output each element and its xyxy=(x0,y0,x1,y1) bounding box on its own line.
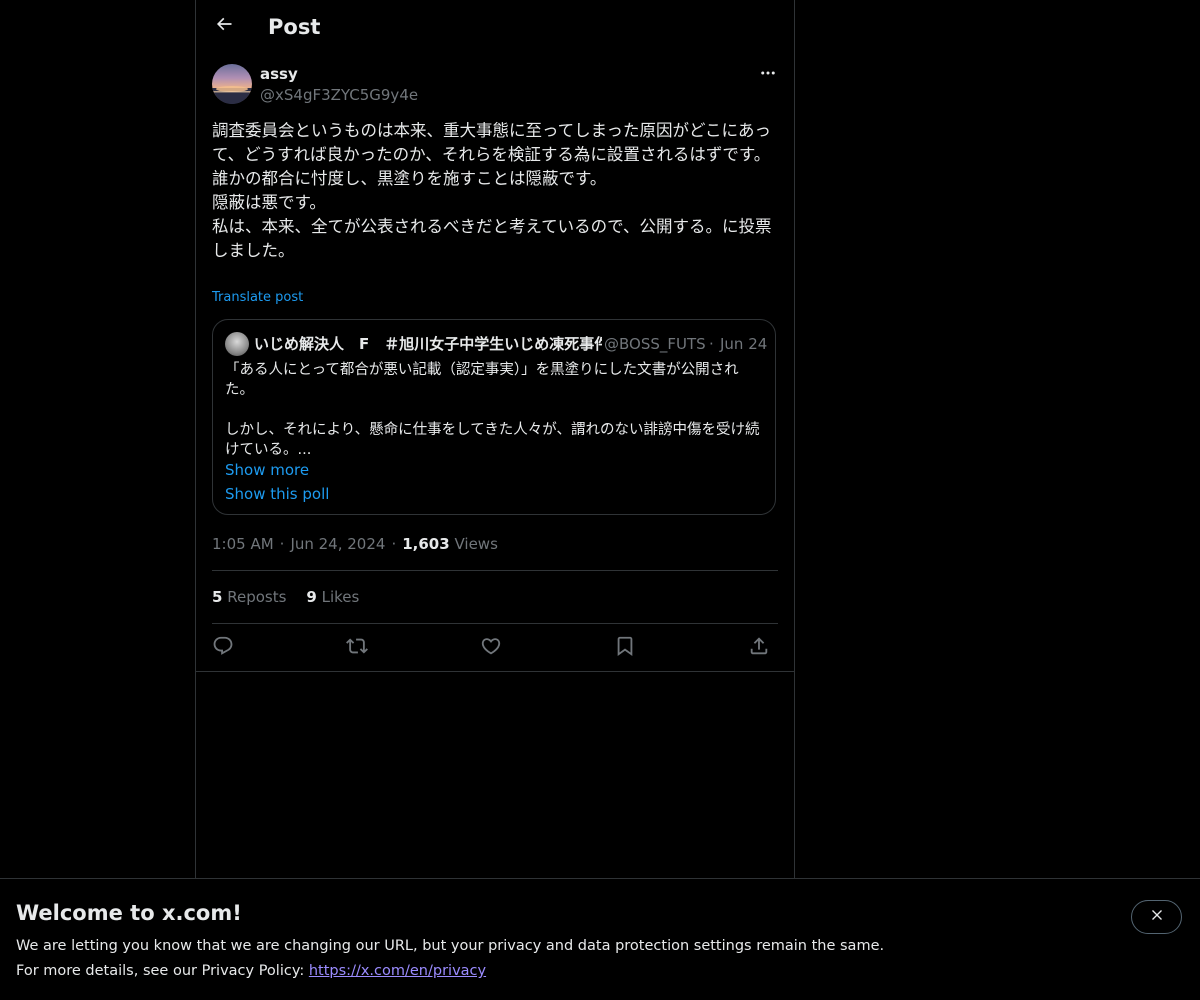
likes-label: Likes xyxy=(321,588,360,606)
post-time[interactable]: 1:05 AM xyxy=(212,535,274,553)
divider xyxy=(212,623,778,624)
close-icon xyxy=(1149,907,1165,927)
heart-icon xyxy=(480,635,502,661)
post-text: 調査委員会というものは本来、重大事態に至ってしまった原因がどこにあって、どうすれ… xyxy=(212,121,772,260)
privacy-policy-link[interactable]: https://x.com/en/privacy xyxy=(309,963,486,979)
views-label: Views xyxy=(454,535,498,553)
quote-author-avatar xyxy=(225,332,249,356)
action-bar xyxy=(212,634,778,662)
author-name[interactable]: assy xyxy=(260,64,298,84)
reposts-count: 5 xyxy=(212,588,223,606)
reply-button[interactable] xyxy=(208,634,238,662)
show-poll-link[interactable]: Show this poll xyxy=(225,484,329,504)
page-header: Post xyxy=(196,0,794,54)
like-button[interactable] xyxy=(476,634,506,662)
quoted-post[interactable]: いじめ解決人 F ＃旭川女子中学生いじめ凍死事件 @BOSS_FUTS · Ju… xyxy=(212,319,776,515)
more-dots-icon xyxy=(759,64,777,86)
likes-stat[interactable]: 9 Likes xyxy=(306,588,359,606)
close-banner-button[interactable] xyxy=(1131,900,1182,934)
reposts-stat[interactable]: 5 Reposts xyxy=(212,588,286,606)
author-avatar[interactable] xyxy=(212,64,252,104)
post-meta: 1:05 AM · Jun 24, 2024 · 1,603 Views xyxy=(212,534,498,554)
share-icon xyxy=(748,635,770,661)
meta-separator: · xyxy=(391,535,397,553)
bookmark-icon xyxy=(614,635,636,661)
banner-privacy-line: For more details, see our Privacy Policy… xyxy=(16,960,486,982)
divider xyxy=(212,570,778,571)
share-button[interactable] xyxy=(744,634,774,662)
views-count: 1,603 xyxy=(402,535,450,553)
likes-count: 9 xyxy=(306,588,317,606)
more-options-button[interactable] xyxy=(756,64,780,86)
quote-date: Jun 24 xyxy=(720,335,768,353)
bookmark-button[interactable] xyxy=(610,634,640,662)
banner-title: Welcome to x.com! xyxy=(16,901,242,925)
author-handle[interactable]: @xS4gF3ZYC5G9y4e xyxy=(260,85,418,105)
banner-message: We are letting you know that we are chan… xyxy=(16,938,885,954)
page-title: Post xyxy=(268,15,321,39)
quote-author-name: いじめ解決人 F ＃旭川女子中学生いじめ凍死事件 xyxy=(254,335,602,353)
meta-separator: · xyxy=(279,535,285,553)
reposts-label: Reposts xyxy=(227,588,287,606)
quote-separator: · xyxy=(709,335,714,353)
quote-text: 「ある人にとって都合が悪い記載（認定事実）」を黒塗りにした文書が公開された。 し… xyxy=(225,362,760,458)
divider xyxy=(196,671,794,672)
welcome-banner: Welcome to x.com! We are letting you kno… xyxy=(0,878,1200,1000)
repost-button[interactable] xyxy=(342,634,372,662)
back-button[interactable] xyxy=(209,11,239,41)
post-column: Post assy @xS4gF3ZYC5G9y4e 調査委員会というものは本来… xyxy=(195,0,795,878)
reply-icon xyxy=(212,635,234,661)
arrow-left-icon xyxy=(214,14,234,38)
show-more-link[interactable]: Show more xyxy=(225,460,309,480)
post-stats: 5 Reposts 9 Likes xyxy=(212,587,359,607)
quote-author-handle: @BOSS_FUTS xyxy=(604,335,706,353)
translate-post-link[interactable]: Translate post xyxy=(212,289,303,307)
post-date[interactable]: Jun 24, 2024 xyxy=(290,535,385,553)
banner-privacy-prefix: For more details, see our Privacy Policy… xyxy=(16,963,309,979)
repost-icon xyxy=(346,635,368,661)
